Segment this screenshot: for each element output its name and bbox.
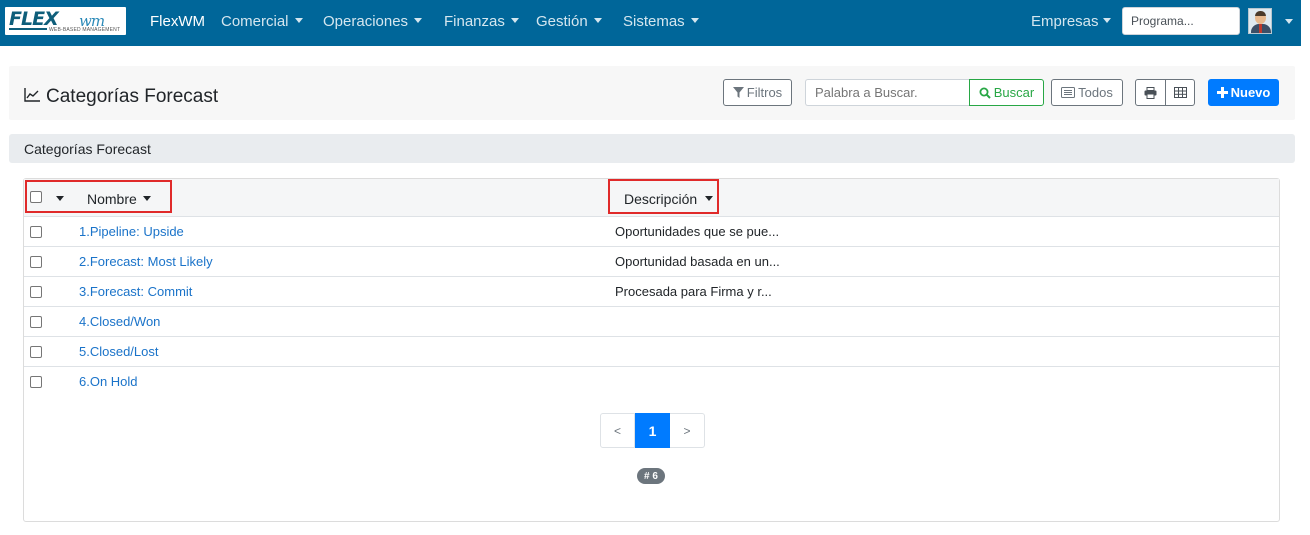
table-row[interactable]: 4.Closed/Won [24,307,1279,337]
show-all-button[interactable]: Todos [1051,79,1123,106]
plus-icon [1216,87,1228,98]
row-name-link[interactable]: 1.Pipeline: Upside [79,224,184,239]
logo-tagline: WEB-BASED MANAGEMENT [49,27,121,33]
page-title: Categorías Forecast [24,86,218,108]
list-icon [1061,87,1076,98]
row-name-link[interactable]: 4.Closed/Won [79,314,160,329]
avatar-hair [1255,11,1266,16]
caret-down-icon [1102,17,1111,23]
nav-menu-label: Sistemas [623,13,685,30]
nav-menu-label: Empresas [1031,13,1099,30]
nav-menu-empresas[interactable]: Empresas [1031,13,1111,30]
avatar-tie [1259,24,1262,33]
pagination-prev-button[interactable]: < [600,413,635,448]
row-description: Procesada para Firma y r... [615,284,772,299]
nav-menu-label: Finanzas [444,13,505,30]
row-checkbox[interactable] [30,226,42,238]
table-row[interactable]: 5.Closed/Lost [24,337,1279,367]
nav-menu-finanzas[interactable]: Finanzas [444,13,519,30]
pagination: < 1 > [600,413,705,448]
row-checkbox[interactable] [30,376,42,388]
row-name-link[interactable]: 2.Forecast: Most Likely [79,254,213,269]
pagination-page-1[interactable]: 1 [635,413,670,448]
table-row[interactable]: 1.Pipeline: Upside Oportunidades que se … [24,217,1279,247]
logo-underline [9,28,47,30]
nav-brand-link[interactable]: FlexWM [150,13,205,30]
row-name-link[interactable]: 3.Forecast: Commit [79,284,192,299]
nav-menu-sistemas[interactable]: Sistemas [623,13,699,30]
data-table: Nombre Descripción 1.Pipeline: Upside Op… [23,178,1280,522]
caret-down-icon [294,17,303,23]
pagination-next-button[interactable]: > [670,413,705,448]
row-description: Oportunidad basada en un... [615,254,780,269]
caret-down-icon [593,17,602,23]
new-button-label: Nuevo [1230,85,1271,100]
highlight-box-descripcion [608,179,719,214]
print-icon [1144,86,1157,99]
print-button[interactable] [1135,79,1166,106]
section-header: Categorías Forecast [9,134,1295,163]
page-title-text: Categorías Forecast [46,86,219,107]
caret-down-icon [510,17,519,23]
program-search-input[interactable] [1122,7,1240,35]
search-button[interactable]: Buscar [969,79,1044,106]
row-checkbox[interactable] [30,316,42,328]
table-row[interactable]: 2.Forecast: Most Likely Oportunidad basa… [24,247,1279,277]
table-row[interactable]: 6.On Hold [24,367,1279,397]
row-description: Oportunidades que se pue... [615,224,780,239]
new-button[interactable]: Nuevo [1208,79,1279,106]
user-avatar[interactable] [1248,8,1272,34]
search-icon [979,87,991,99]
row-checkbox[interactable] [30,346,42,358]
caret-down-icon [690,17,699,23]
keyword-search-input[interactable] [805,79,971,106]
filter-icon [732,87,744,98]
highlight-box-nombre [25,180,172,213]
nav-menu-gestion[interactable]: Gestión [536,13,602,30]
filters-button-label: Filtros [746,85,783,100]
nav-menu-label: Operaciones [323,13,409,30]
table-row[interactable]: 3.Forecast: Commit Procesada para Firma … [24,277,1279,307]
table-icon [1173,87,1187,98]
table-header-row: Nombre Descripción [24,179,1279,217]
nav-menu-operaciones[interactable]: Operaciones [323,13,423,30]
row-checkbox[interactable] [30,286,42,298]
row-name-link[interactable]: 5.Closed/Lost [79,344,159,359]
section-title: Categorías Forecast [24,141,151,157]
filters-button[interactable]: Filtros [723,79,792,106]
line-chart-icon [24,87,40,102]
nav-menu-label: Gestión [536,13,588,30]
search-button-label: Buscar [993,85,1035,100]
table-view-button[interactable] [1165,79,1195,106]
show-all-button-label: Todos [1078,85,1113,100]
nav-menu-label: Comercial [221,13,289,30]
row-checkbox[interactable] [30,256,42,268]
top-navbar: FLEX wm WEB-BASED MANAGEMENT FlexWM Come… [0,0,1301,46]
row-name-link[interactable]: 6.On Hold [79,374,138,389]
user-menu-caret-icon[interactable] [1285,19,1293,24]
nav-menu-comercial[interactable]: Comercial [221,13,303,30]
record-count-badge: # 6 [637,468,665,484]
flexwm-logo[interactable]: FLEX wm WEB-BASED MANAGEMENT [5,7,126,35]
caret-down-icon [414,17,423,23]
